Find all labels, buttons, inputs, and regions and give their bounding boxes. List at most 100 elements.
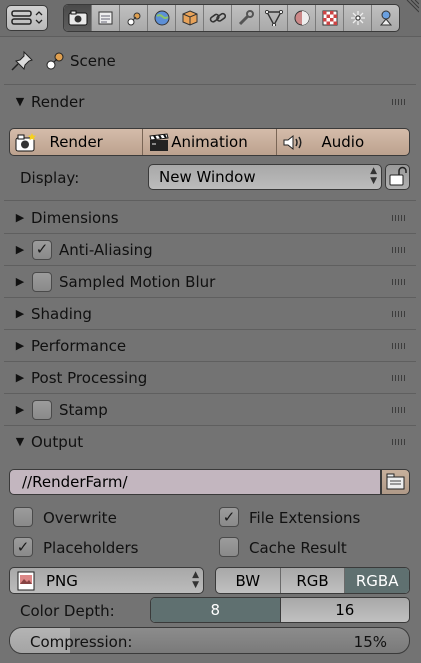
- color-mode-rgb-label: RGB: [296, 571, 329, 590]
- checkmark-icon: ✓: [35, 240, 49, 258]
- drag-handle-icon[interactable]: [392, 439, 406, 445]
- tab-object[interactable]: [176, 5, 204, 31]
- tab-physics[interactable]: [372, 5, 399, 31]
- chevron-right-icon: ▶: [15, 211, 25, 224]
- drag-handle-icon[interactable]: [392, 343, 406, 349]
- color-mode-rgba[interactable]: RGBA: [345, 568, 409, 593]
- image-file-icon: [17, 571, 35, 590]
- display-label: Display:: [20, 169, 80, 187]
- panel-header-anti-aliasing[interactable]: ▶ ✓ Anti-Aliasing: [4, 234, 416, 265]
- color-depth-16[interactable]: 16: [281, 598, 410, 622]
- animation-button[interactable]: Animation: [143, 129, 277, 155]
- file-extensions-label: File Extensions: [249, 509, 361, 527]
- color-mode-bw[interactable]: BW: [216, 568, 281, 593]
- texture-icon: [322, 10, 337, 26]
- tab-render-layers[interactable]: [92, 5, 120, 31]
- editor-menu-button[interactable]: [6, 5, 48, 31]
- drag-handle-icon[interactable]: [392, 247, 406, 253]
- drag-handle-icon[interactable]: [392, 407, 406, 413]
- chevron-right-icon: ▶: [15, 403, 25, 416]
- divider: [4, 84, 416, 85]
- lock-interface-toggle[interactable]: [385, 164, 410, 190]
- drag-handle-icon[interactable]: [392, 99, 406, 105]
- pin-icon[interactable]: [10, 50, 34, 74]
- drag-handle-icon[interactable]: [392, 375, 406, 381]
- display-dropdown[interactable]: New Window ▲ ▼: [148, 164, 382, 190]
- color-depth-8-label: 8: [210, 601, 221, 619]
- clapperboard-icon: [149, 133, 169, 151]
- divider: [4, 200, 416, 201]
- panel-title: Post Processing: [31, 368, 148, 387]
- tab-scene[interactable]: [120, 5, 148, 31]
- unlock-icon: [389, 166, 407, 186]
- output-path-field[interactable]: //RenderFarm/: [9, 469, 381, 495]
- panel-title: Shading: [31, 304, 92, 323]
- particles-icon: [350, 11, 365, 25]
- object-icon: [182, 10, 197, 26]
- render-button[interactable]: Render: [10, 129, 144, 155]
- cache-result-checkbox[interactable]: [219, 537, 239, 557]
- overwrite-label: Overwrite: [43, 509, 117, 527]
- chevron-right-icon: ▶: [15, 275, 25, 288]
- panel-header-render[interactable]: ▼ Render: [4, 86, 416, 117]
- color-depth-16-label: 16: [335, 601, 355, 619]
- scene-icon: [46, 52, 64, 70]
- tab-constraints[interactable]: [204, 5, 232, 31]
- render-layers-icon: [98, 11, 112, 25]
- object-data-icon: [264, 10, 283, 26]
- overwrite-checkbox[interactable]: [13, 507, 33, 527]
- physics-icon: [379, 10, 392, 26]
- panel-title: Anti-Aliasing: [59, 240, 153, 259]
- tab-world[interactable]: [148, 5, 176, 31]
- panel-title: Dimensions: [31, 208, 119, 227]
- drag-handle-icon[interactable]: [392, 279, 406, 285]
- tab-particles[interactable]: [344, 5, 372, 31]
- drag-handle-icon[interactable]: [392, 311, 406, 317]
- panel-header-shading[interactable]: ▶ Shading: [4, 298, 416, 329]
- panel-title: Performance: [31, 336, 127, 355]
- audio-button[interactable]: Audio: [277, 129, 409, 155]
- panel-header-performance[interactable]: ▶ Performance: [4, 330, 416, 361]
- properties-tabs: [63, 4, 400, 32]
- speaker-icon: [283, 134, 302, 151]
- material-icon: [294, 10, 309, 26]
- tab-modifiers[interactable]: [232, 5, 260, 31]
- tab-material[interactable]: [288, 5, 316, 31]
- color-mode-rgb[interactable]: RGB: [281, 568, 346, 593]
- checkmark-icon: ✓: [16, 537, 30, 556]
- scene-icon: [127, 12, 140, 26]
- compression-slider[interactable]: Compression: 15%: [9, 627, 410, 654]
- panel-title: Sampled Motion Blur: [59, 272, 216, 291]
- anti-aliasing-checkbox[interactable]: ✓: [32, 239, 52, 260]
- render-buttons: Render Animation Audio: [9, 128, 410, 156]
- panel-header-stamp[interactable]: ▶ Stamp: [4, 394, 416, 425]
- output-path-value: //RenderFarm/: [22, 473, 128, 491]
- file-format-dropdown[interactable]: PNG ▲ ▼: [9, 567, 204, 594]
- display-dropdown-value: New Window: [159, 168, 256, 186]
- tab-object-data[interactable]: [260, 5, 288, 31]
- stamp-checkbox[interactable]: [32, 399, 52, 420]
- chevron-right-icon: ▶: [15, 243, 25, 256]
- color-depth-8[interactable]: 8: [151, 598, 281, 622]
- area-resize-corner-icon[interactable]: [401, 0, 419, 18]
- panel-header-post-processing[interactable]: ▶ Post Processing: [4, 362, 416, 393]
- updown-arrows-icon: ▲ ▼: [370, 166, 377, 186]
- panel-title: Output: [31, 432, 84, 451]
- panel-header-sampled-motion-blur[interactable]: ▶ Sampled Motion Blur: [4, 266, 416, 297]
- chevron-down-icon: ▼: [15, 435, 25, 448]
- color-depth-label: Color Depth:: [20, 602, 115, 620]
- tab-render[interactable]: [64, 5, 92, 31]
- placeholders-label: Placeholders: [43, 539, 139, 557]
- file-format-value: PNG: [46, 571, 78, 590]
- placeholders-checkbox[interactable]: ✓: [13, 537, 33, 557]
- panel-header-output[interactable]: ▼ Output: [4, 426, 416, 457]
- drag-handle-icon[interactable]: [392, 215, 406, 221]
- context-scene-label: Scene: [70, 52, 116, 70]
- chevron-right-icon: ▶: [15, 307, 25, 320]
- tab-texture[interactable]: [316, 5, 344, 31]
- browse-folder-button[interactable]: [381, 469, 410, 495]
- motion-blur-checkbox[interactable]: [32, 271, 52, 292]
- modifiers-icon: [238, 10, 254, 26]
- file-extensions-checkbox[interactable]: ✓: [219, 507, 239, 527]
- panel-header-dimensions[interactable]: ▶ Dimensions: [4, 202, 416, 233]
